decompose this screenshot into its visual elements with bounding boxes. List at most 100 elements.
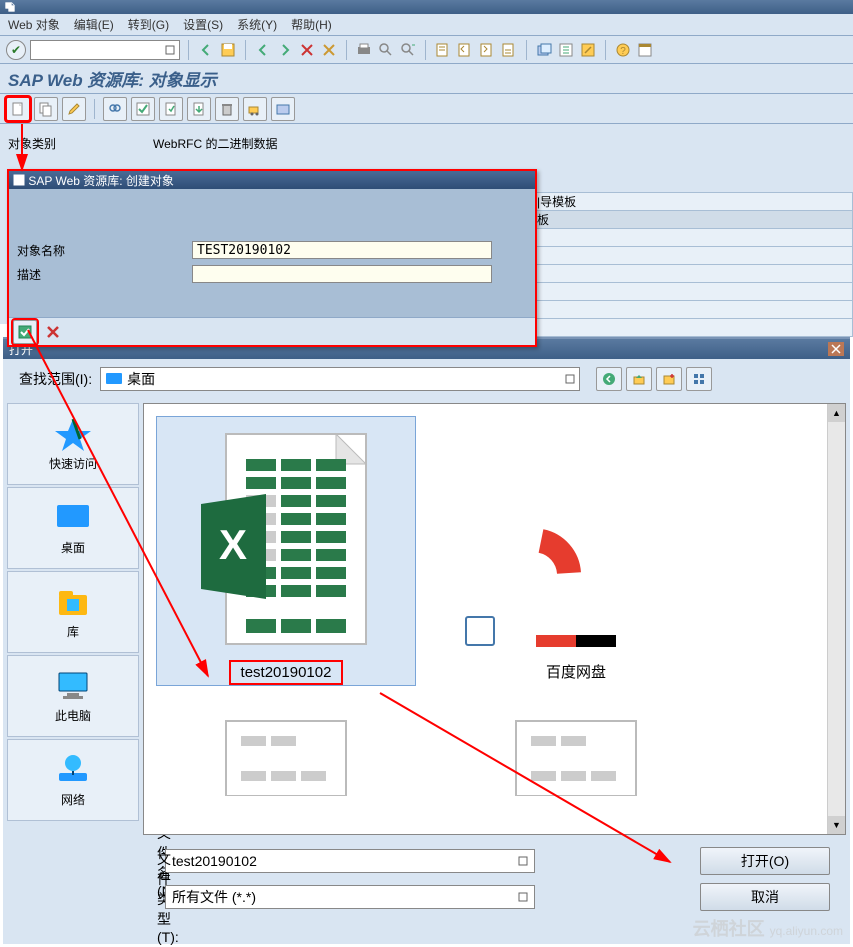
check-button[interactable]: [131, 97, 155, 121]
object-name-input[interactable]: [192, 241, 492, 259]
lookup-combo[interactable]: 桌面: [100, 367, 580, 391]
export-button[interactable]: [187, 97, 211, 121]
object-name-label: 对象名称: [17, 242, 192, 259]
scroll-up-icon[interactable]: ▲: [828, 404, 845, 422]
dialog-icon: [13, 174, 25, 186]
sidebar-label: 库: [67, 623, 79, 640]
back-button[interactable]: [596, 367, 622, 391]
description-label: 描述: [17, 266, 192, 283]
sidebar-desktop[interactable]: 桌面: [7, 487, 139, 569]
dialog-title: SAP Web 资源库: 创建对象: [9, 171, 535, 189]
sidebar-network[interactable]: 网络: [7, 739, 139, 821]
shortcut-icon[interactable]: [579, 41, 597, 59]
filename-value: test20190102: [172, 853, 257, 869]
sidebar-libraries[interactable]: 库: [7, 571, 139, 653]
menu-edit[interactable]: 编辑(E): [74, 16, 114, 33]
menu-goto[interactable]: 转到(G): [128, 16, 169, 33]
list-row[interactable]: [531, 283, 853, 301]
new-session-icon[interactable]: [535, 41, 553, 59]
save-icon[interactable]: [219, 41, 237, 59]
desktop-icon: [53, 501, 93, 535]
list-row[interactable]: [531, 247, 853, 265]
back-icon[interactable]: [197, 41, 215, 59]
file-item-excel[interactable]: X test20190102: [156, 416, 416, 686]
cancel-button[interactable]: 取消: [700, 883, 830, 911]
dialog-cancel-button[interactable]: [41, 320, 65, 344]
copy-button[interactable]: [34, 97, 58, 121]
list-row[interactable]: 板: [531, 211, 853, 229]
file-icon: [206, 716, 366, 796]
app-icon: [4, 1, 16, 13]
dialog-title-text: SAP Web 资源库: 创建对象: [28, 172, 174, 189]
generate-icon[interactable]: [557, 41, 575, 59]
list-row[interactable]: [531, 301, 853, 319]
ok-button[interactable]: ✔: [6, 40, 26, 60]
object-type-label: 对象类别: [8, 135, 153, 152]
find-next-icon[interactable]: [399, 41, 417, 59]
activate-button[interactable]: [159, 97, 183, 121]
help-icon[interactable]: ?: [614, 41, 632, 59]
separator: [605, 40, 606, 60]
create-object-dialog: SAP Web 资源库: 创建对象 对象名称 描述: [7, 169, 537, 347]
menu-settings[interactable]: 设置(S): [183, 16, 223, 33]
file-item-partial[interactable]: [156, 716, 416, 806]
next-page-icon[interactable]: [478, 41, 496, 59]
sidebar-quickaccess[interactable]: 快速访问: [7, 403, 139, 485]
close-button[interactable]: [828, 342, 844, 356]
lookup-row: 查找范围(I): 桌面: [3, 359, 850, 399]
file-icon: [496, 716, 656, 796]
list-row[interactable]: [531, 229, 853, 247]
filename-input[interactable]: test20190102: [165, 849, 535, 873]
transport-button[interactable]: [243, 97, 267, 121]
file-item-baidu[interactable]: 百度网盘: [446, 416, 706, 686]
delete-button[interactable]: [215, 97, 239, 121]
svg-text:X: X: [219, 521, 247, 568]
forward-icon[interactable]: [276, 41, 294, 59]
find-icon[interactable]: [377, 41, 395, 59]
edit-button[interactable]: [62, 97, 86, 121]
filetype-combo[interactable]: 所有文件 (*.*): [165, 885, 535, 909]
view-menu-button[interactable]: [686, 367, 712, 391]
create-button[interactable]: [6, 97, 30, 121]
file-item-partial[interactable]: [446, 716, 706, 806]
computer-icon: [53, 669, 93, 703]
command-field[interactable]: [30, 40, 180, 60]
menu-bar: Web 对象 编辑(E) 转到(G) 设置(S) 系统(Y) 帮助(H): [0, 14, 853, 36]
dropdown-icon: [165, 45, 175, 55]
filetype-value: 所有文件 (*.*): [172, 887, 256, 907]
list-row[interactable]: |导模板: [531, 193, 853, 211]
watermark: 云栖社区 yq.aliyun.com: [693, 915, 843, 941]
object-type-value: WebRFC 的二进制数据: [153, 135, 277, 152]
first-page-icon[interactable]: [434, 41, 452, 59]
display-button[interactable]: [103, 97, 127, 121]
new-folder-button[interactable]: [656, 367, 682, 391]
menu-web-object[interactable]: Web 对象: [8, 16, 60, 33]
menu-help[interactable]: 帮助(H): [291, 16, 332, 33]
list-row[interactable]: [531, 265, 853, 283]
scroll-down-icon[interactable]: ▼: [828, 816, 845, 834]
open-button[interactable]: 打开(O): [700, 847, 830, 875]
description-input[interactable]: [192, 265, 492, 283]
prev-page-icon[interactable]: [456, 41, 474, 59]
layout-icon[interactable]: [636, 41, 654, 59]
sidebar-label: 快速访问: [49, 455, 97, 472]
menu-system[interactable]: 系统(Y): [237, 16, 277, 33]
cancel-icon[interactable]: [320, 41, 338, 59]
list-row[interactable]: [531, 319, 853, 337]
cancel-icon[interactable]: [298, 41, 316, 59]
separator: [94, 99, 95, 119]
vertical-scrollbar[interactable]: ▲ ▼: [827, 404, 845, 834]
file-dialog-body: 快速访问 桌面 库 此电脑 网络: [3, 399, 850, 839]
print-icon[interactable]: [355, 41, 373, 59]
sidebar-thispc[interactable]: 此电脑: [7, 655, 139, 737]
separator: [245, 40, 246, 60]
sidebar-label: 网络: [61, 791, 85, 808]
svg-text:?: ?: [620, 46, 626, 57]
last-page-icon[interactable]: [500, 41, 518, 59]
up-button[interactable]: [626, 367, 652, 391]
file-name: 百度网盘: [534, 657, 618, 686]
dialog-save-button[interactable]: [13, 320, 37, 344]
file-list[interactable]: X test20190102 百: [143, 403, 846, 835]
attributes-button[interactable]: [271, 97, 295, 121]
back-icon[interactable]: [254, 41, 272, 59]
